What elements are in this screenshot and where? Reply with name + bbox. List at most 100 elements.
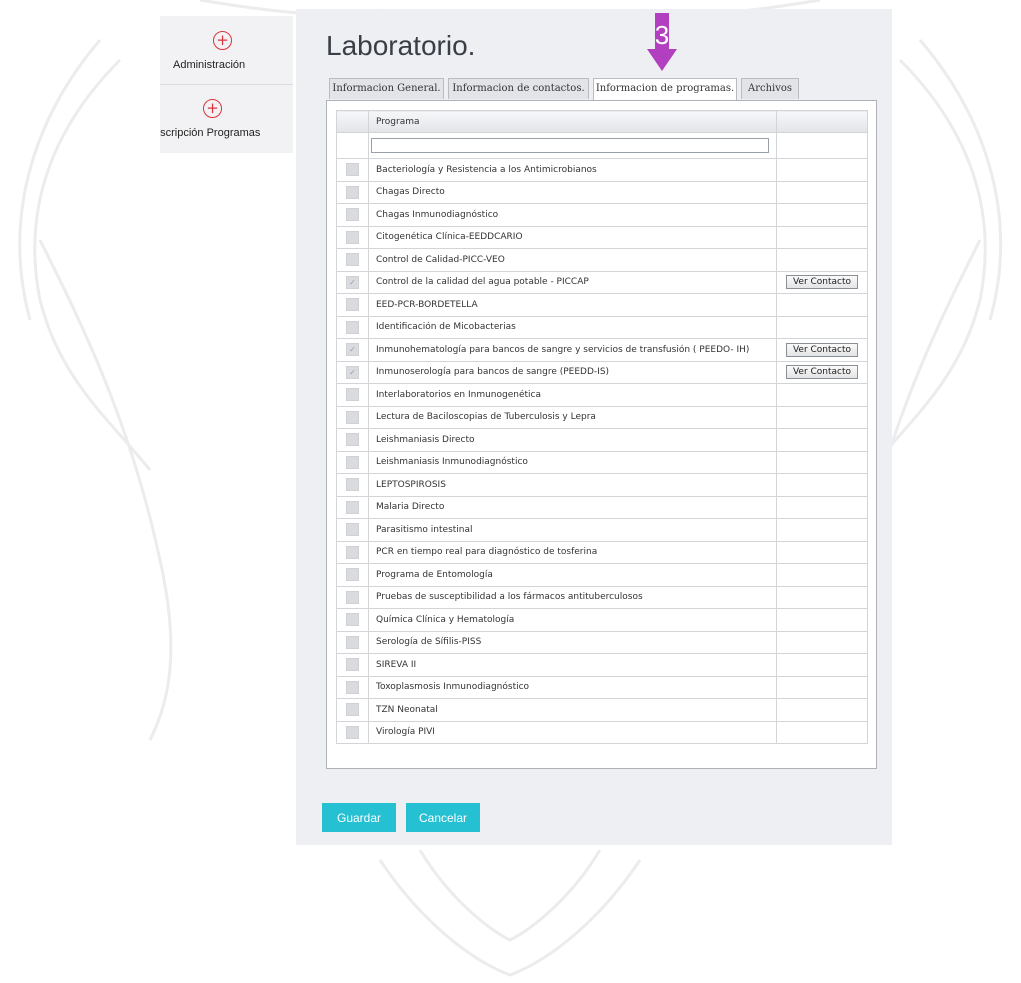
- table-row: Citogenética Clínica-EEDDCARIO: [336, 225, 868, 249]
- program-checkbox[interactable]: [346, 388, 359, 402]
- select-cell: [336, 698, 369, 722]
- program-checkbox[interactable]: [346, 568, 359, 582]
- program-checkbox[interactable]: [346, 703, 359, 717]
- tab-informacion-programas[interactable]: Informacion de programas.: [593, 78, 737, 101]
- action-cell: Ver Contacto: [776, 338, 868, 362]
- program-checkbox[interactable]: [346, 523, 359, 537]
- action-cell: [776, 518, 868, 542]
- select-cell: [336, 563, 369, 587]
- program-checkbox[interactable]: [346, 680, 359, 694]
- action-cell: [776, 495, 868, 519]
- action-cell: [776, 473, 868, 497]
- program-checkbox[interactable]: [346, 320, 359, 334]
- program-name: Malaria Directo: [368, 495, 777, 519]
- select-cell: ✓: [336, 338, 369, 362]
- select-cell: [336, 585, 369, 609]
- select-cell: [336, 630, 369, 654]
- step-number: 3: [654, 20, 670, 50]
- header-actions-column: [776, 110, 868, 133]
- program-checkbox[interactable]: [346, 253, 359, 267]
- program-checkbox[interactable]: [346, 230, 359, 244]
- program-checkbox[interactable]: [346, 163, 359, 177]
- select-cell: [336, 315, 369, 339]
- ver-contacto-button[interactable]: Ver Contacto: [785, 275, 859, 290]
- filter-cell: [368, 132, 777, 159]
- select-cell: [336, 428, 369, 452]
- tab-informacion-general[interactable]: Informacion General.: [329, 78, 444, 99]
- tab-informacion-contactos[interactable]: Informacion de contactos.: [448, 78, 589, 99]
- program-checkbox[interactable]: [346, 455, 359, 469]
- program-checkbox[interactable]: [346, 185, 359, 199]
- program-name: Leishmaniasis Inmunodiagnóstico: [368, 450, 777, 474]
- program-name: Interlaboratorios en Inmunogenética: [368, 383, 777, 407]
- header-programa[interactable]: Programa: [368, 110, 777, 133]
- table-row: Chagas Directo: [336, 180, 868, 204]
- program-checkbox[interactable]: [346, 410, 359, 424]
- program-checkbox[interactable]: [346, 298, 359, 312]
- main-panel: Laboratorio. 3 Informacion General. Info…: [296, 9, 892, 845]
- program-checkbox[interactable]: [346, 500, 359, 514]
- table-row: ✓ Control de la calidad del agua potable …: [336, 270, 868, 294]
- program-checkbox[interactable]: [346, 590, 359, 604]
- program-name: TZN Neonatal: [368, 698, 777, 722]
- program-checkbox[interactable]: ✓: [346, 343, 359, 357]
- save-button[interactable]: Guardar: [322, 803, 396, 832]
- table-row: Interlaboratorios en Inmunogenética: [336, 383, 868, 407]
- cancel-button[interactable]: Cancelar: [406, 803, 480, 832]
- table-row: Parasitismo intestinal: [336, 518, 868, 542]
- table-row: Bacteriología y Resistencia a los Antimi…: [336, 158, 868, 182]
- action-cell: [776, 293, 868, 317]
- program-name: Chagas Directo: [368, 180, 777, 204]
- program-checkbox[interactable]: [346, 478, 359, 492]
- action-cell: [776, 608, 868, 632]
- program-checkbox[interactable]: [346, 208, 359, 222]
- table-row: Programa de Entomología: [336, 563, 868, 587]
- program-checkbox[interactable]: [346, 545, 359, 559]
- table-row: PCR en tiempo real para diagnóstico de t…: [336, 540, 868, 564]
- action-cell: [776, 158, 868, 182]
- sidebar-item-label: nscripción Programas: [160, 127, 261, 139]
- sidebar-item-administracion[interactable]: + Administración: [160, 16, 293, 85]
- action-cell: [776, 203, 868, 227]
- program-name: EED-PCR-BORDETELLA: [368, 293, 777, 317]
- action-cell: Ver Contacto: [776, 270, 868, 294]
- program-checkbox[interactable]: [346, 433, 359, 447]
- program-checkbox[interactable]: ✓: [346, 365, 359, 379]
- sidebar-item-inscripcion-programas[interactable]: + nscripción Programas: [160, 85, 293, 153]
- program-name: Toxoplasmosis Inmunodiagnóstico: [368, 675, 777, 699]
- action-cell: [776, 225, 868, 249]
- action-cell: [776, 630, 868, 654]
- action-cell: [776, 405, 868, 429]
- tab-archivos[interactable]: Archivos: [741, 78, 799, 99]
- table-row: Serología de Sífilis-PISS: [336, 630, 868, 654]
- action-cell: [776, 540, 868, 564]
- program-name: Identificación de Micobacterias: [368, 315, 777, 339]
- select-cell: [336, 293, 369, 317]
- table-row: Identificación de Micobacterias: [336, 315, 868, 339]
- action-cell: [776, 653, 868, 677]
- table-row: TZN Neonatal: [336, 698, 868, 722]
- program-name: Inmunohematología para bancos de sangre …: [368, 338, 777, 362]
- select-cell: [336, 540, 369, 564]
- program-checkbox[interactable]: [346, 658, 359, 672]
- select-cell: [336, 653, 369, 677]
- table-row: Chagas Inmunodiagnóstico: [336, 203, 868, 227]
- programa-filter-input[interactable]: [371, 138, 769, 153]
- ver-contacto-button[interactable]: Ver Contacto: [785, 342, 859, 357]
- table-row: Pruebas de susceptibilidad a los fármaco…: [336, 585, 868, 609]
- action-cell: [776, 698, 868, 722]
- select-cell: [336, 158, 369, 182]
- table-row: Virología PIVI: [336, 720, 868, 744]
- program-checkbox[interactable]: [346, 725, 359, 739]
- ver-contacto-button[interactable]: Ver Contacto: [785, 365, 859, 380]
- sidebar: + Administración + nscripción Programas: [160, 16, 293, 153]
- program-checkbox[interactable]: ✓: [346, 275, 359, 289]
- select-cell: [336, 405, 369, 429]
- filter-cell-empty: [336, 132, 369, 159]
- header-select-column: [336, 110, 369, 133]
- plus-circle-icon: +: [203, 99, 222, 118]
- program-checkbox[interactable]: [346, 635, 359, 649]
- program-checkbox[interactable]: [346, 613, 359, 627]
- program-name: PCR en tiempo real para diagnóstico de t…: [368, 540, 777, 564]
- table-row: Lectura de Baciloscopias de Tuberculosis…: [336, 405, 868, 429]
